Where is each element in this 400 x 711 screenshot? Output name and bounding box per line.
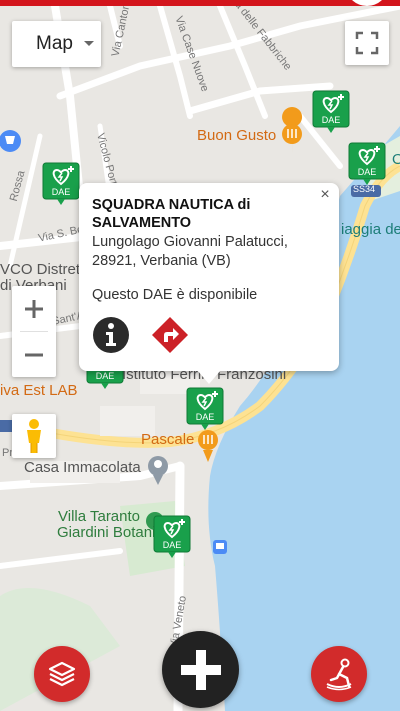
dae-marker-icon: DAE [186,387,224,430]
dae-marker-icon: DAE [153,515,191,558]
layers-button[interactable] [34,646,90,702]
info-icon [93,317,129,353]
marker-info-window: × SQUADRA NAUTICA di SALVAMENTO Lungolag… [79,183,339,371]
plus-icon [180,649,221,690]
poi-label-buon-gusto[interactable]: Buon Gusto [197,127,276,144]
info-window-title: SQUADRA NAUTICA di SALVAMENTO [92,197,251,231]
dae-marker-selected[interactable]: DAE [186,387,224,431]
cpr-button[interactable] [311,646,367,702]
cpr-icon [326,658,352,691]
info-window-address-line1: Lungolago Giovanni Palatucci, [92,234,288,250]
poi-label-viva-est[interactable]: iva Est LAB [0,382,78,399]
directions-button[interactable] [151,316,189,354]
dae-marker-text: DAE [52,187,71,197]
add-dae-button[interactable] [162,631,239,708]
dae-marker[interactable]: DAE [42,162,80,206]
map-type-label: Map [36,33,73,54]
dae-marker-icon: DAE [348,142,386,185]
map-type-selector[interactable]: Map [12,21,101,67]
dae-marker-icon: DAE [42,162,80,205]
directions-icon [152,317,188,353]
info-window-tail [197,370,221,384]
fullscreen-icon [355,31,379,55]
layers-icon [48,661,76,687]
dae-marker[interactable]: DAE [348,142,386,186]
poi-label-casa-immacolata[interactable]: Casa Immacolata [24,459,141,476]
info-window-address-line2: 28921, Verbania (VB) [92,253,231,269]
dae-marker[interactable]: DAE [153,515,191,559]
dae-marker[interactable]: DAE [312,90,350,134]
zoom-control [12,286,56,377]
poi-label-villa-taranto[interactable]: Villa Taranto [58,508,140,525]
fullscreen-button[interactable] [345,21,389,65]
poi-label-pascale[interactable]: Pascale [141,431,194,448]
dae-marker-icon: DAE [312,90,350,133]
dae-marker-text: DAE [196,412,215,422]
poi-label-o: O [392,151,400,168]
dae-marker-text: DAE [358,167,377,177]
poi-label-giardini-botanici[interactable]: Giardini Botanici [57,524,166,541]
minus-icon [25,353,43,356]
zoom-out-button[interactable] [12,332,56,377]
pegman-icon [27,419,41,453]
info-window-status: Questo DAE è disponibile [92,287,258,303]
dae-marker-text: DAE [163,540,182,550]
plus-icon [25,299,43,318]
poi-label-spiaggia[interactable]: iaggia del [341,221,400,238]
dae-marker-text: DAE [96,371,115,381]
street-view-pegman[interactable] [12,414,56,458]
info-button[interactable] [92,316,130,354]
close-icon[interactable]: × [317,187,333,203]
poi-label-vco-1[interactable]: VCO Distrett [0,261,84,278]
chevron-down-icon [84,41,94,46]
zoom-in-button[interactable] [12,286,56,331]
dae-marker-text: DAE [322,115,341,125]
